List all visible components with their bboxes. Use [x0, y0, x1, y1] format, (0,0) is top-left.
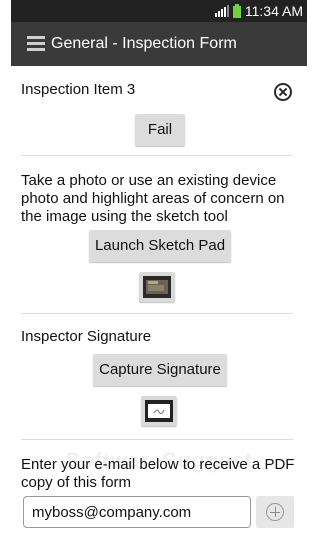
divider — [21, 439, 293, 440]
status-time: 11:34 AM — [244, 3, 303, 19]
hamburger-icon[interactable] — [27, 36, 45, 52]
signature-title: Inspector Signature — [21, 328, 152, 345]
divider — [21, 155, 293, 156]
form-content: Inspection Item 3 Fail Take a photo or u… — [11, 66, 307, 542]
status-icons: 11:34 AM — [214, 2, 303, 20]
signature-preview — [148, 404, 170, 418]
photo-preview — [146, 280, 168, 294]
email-input[interactable] — [23, 496, 251, 528]
signature-thumbnail-icon[interactable] — [141, 396, 177, 426]
launch-sketch-pad-button[interactable]: Launch Sketch Pad — [89, 230, 231, 262]
battery-icon — [232, 4, 241, 18]
add-email-button[interactable] — [256, 496, 294, 528]
inspection-item-title: Inspection Item 3 — [21, 81, 136, 98]
phone-screen: 11:34 AM General - Inspection Form Inspe… — [11, 0, 307, 542]
add-circle-icon — [266, 503, 284, 521]
divider — [21, 313, 293, 314]
signal-icon — [214, 5, 229, 17]
capture-signature-button[interactable]: Capture Signature — [93, 354, 227, 386]
close-circle-icon[interactable] — [274, 83, 292, 101]
email-instructions: Enter your e-mail below to receive a PDF… — [21, 456, 295, 491]
app-title: General - Inspection Form — [51, 35, 237, 52]
status-bar: 11:34 AM — [11, 0, 307, 22]
photo-instructions: Take a photo or use an existing device p… — [21, 172, 285, 225]
photo-thumbnail-icon[interactable] — [139, 272, 175, 302]
fail-button[interactable]: Fail — [135, 114, 185, 146]
app-bar: General - Inspection Form — [11, 22, 307, 66]
